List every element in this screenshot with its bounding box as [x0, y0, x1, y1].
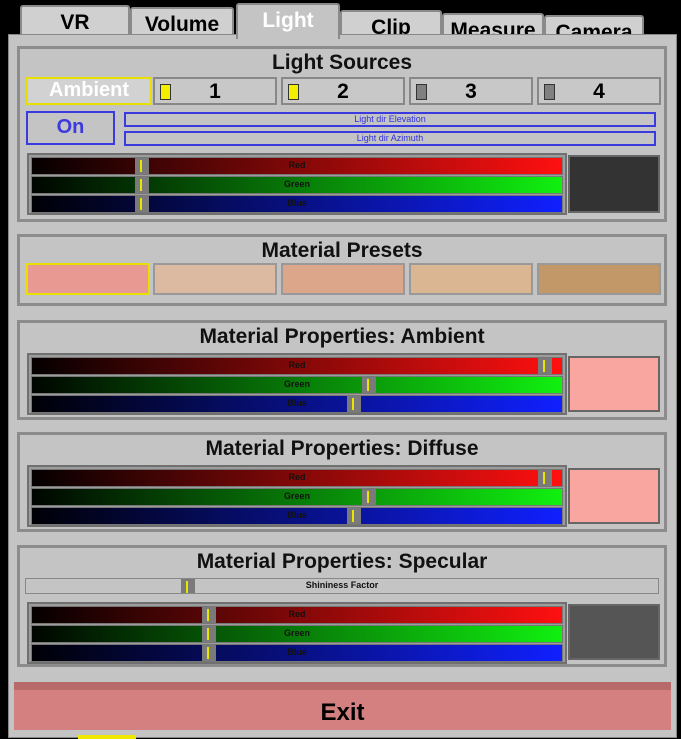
light-on-toggle[interactable]: On [26, 111, 115, 145]
diffuse-green-slider[interactable]: Green [31, 488, 563, 506]
light-source-1-button[interactable]: 1 [153, 77, 277, 105]
shininess-thumb[interactable] [181, 579, 195, 593]
preset-swatch-2[interactable] [153, 263, 277, 295]
light-source-2-label: 2 [337, 80, 349, 103]
light-red-label: Red [288, 160, 306, 170]
shininess-slider[interactable]: Shininess Factor [25, 578, 659, 594]
light-source-4-label: 4 [593, 80, 605, 103]
material-specular-panel: Material Properties: Specular Shininess … [17, 545, 667, 667]
light-red-slider[interactable]: Red [31, 157, 563, 175]
material-ambient-panel: Material Properties: Ambient Red Green B… [17, 320, 667, 420]
diffuse-color-swatch [568, 468, 660, 524]
specular-color-swatch [568, 604, 660, 660]
light-azimuth-slider[interactable]: Light dir Azimuth [124, 131, 656, 146]
exit-button[interactable]: Exit [14, 682, 671, 730]
light-source-3-button[interactable]: 3 [409, 77, 533, 105]
specular-red-label: Red [288, 609, 306, 619]
ambient-source-button[interactable]: Ambient [26, 77, 152, 105]
diffuse-red-slider[interactable]: Red [31, 469, 563, 487]
ambient-green-label: Green [283, 379, 310, 389]
light-source-2-indicator [288, 84, 299, 100]
light-sources-panel: Light Sources Ambient 1 2 3 4 On Light d… [17, 46, 667, 222]
specular-green-label: Green [283, 628, 310, 638]
specular-blue-label: Blue [287, 647, 307, 657]
ambient-blue-label: Blue [287, 398, 307, 408]
light-source-1-indicator [160, 84, 171, 100]
light-green-label: Green [283, 179, 310, 189]
light-source-3-label: 3 [465, 80, 477, 103]
ambient-source-label: Ambient [49, 79, 129, 101]
specular-green-slider[interactable]: Green [31, 625, 563, 643]
specular-red-slider[interactable]: Red [31, 606, 563, 624]
material-specular-title: Material Properties: Specular [196, 550, 488, 573]
ambient-blue-slider[interactable]: Blue [31, 395, 563, 413]
light-source-4-button[interactable]: 4 [537, 77, 661, 105]
material-ambient-title: Material Properties: Ambient [199, 325, 485, 348]
light-source-3-indicator [416, 84, 427, 100]
light-blue-slider[interactable]: Blue [31, 195, 563, 213]
light-color-sliders: Red Green Blue [27, 153, 567, 215]
shininess-label: Shininess Factor [305, 580, 379, 590]
diffuse-blue-thumb[interactable] [347, 508, 361, 524]
diffuse-red-thumb[interactable] [538, 470, 552, 486]
light-green-slider[interactable]: Green [31, 176, 563, 194]
light-source-4-indicator [544, 84, 555, 100]
specular-blue-slider[interactable]: Blue [31, 644, 563, 662]
preset-swatch-1[interactable] [26, 263, 150, 295]
light-color-swatch [568, 155, 660, 213]
light-sources-title: Light Sources [271, 51, 413, 74]
preset-swatch-3[interactable] [281, 263, 405, 295]
material-presets-title: Material Presets [261, 239, 423, 262]
material-presets-panel: Material Presets [17, 234, 667, 306]
specular-color-sliders: Red Green Blue [27, 602, 567, 664]
preset-swatch-5[interactable] [537, 263, 661, 295]
ambient-red-thumb[interactable] [538, 358, 552, 374]
light-source-1-label: 1 [209, 80, 221, 103]
light-blue-label: Blue [287, 198, 307, 208]
diffuse-blue-slider[interactable]: Blue [31, 507, 563, 525]
exit-label: Exit [320, 699, 365, 726]
ambient-blue-thumb[interactable] [347, 396, 361, 412]
diffuse-color-sliders: Red Green Blue [27, 465, 567, 527]
ambient-color-swatch [568, 356, 660, 412]
specular-blue-thumb[interactable] [202, 645, 216, 661]
light-source-2-button[interactable]: 2 [281, 77, 405, 105]
light-elevation-slider[interactable]: Light dir Elevation [124, 112, 656, 127]
light-red-thumb[interactable] [135, 158, 149, 174]
material-diffuse-panel: Material Properties: Diffuse Red Green B… [17, 432, 667, 532]
ambient-green-thumb[interactable] [362, 377, 376, 393]
diffuse-blue-label: Blue [287, 510, 307, 520]
diffuse-red-label: Red [288, 472, 306, 482]
light-azimuth-label: Light dir Azimuth [356, 133, 424, 143]
light-blue-thumb[interactable] [135, 196, 149, 212]
ambient-green-slider[interactable]: Green [31, 376, 563, 394]
light-on-label: On [56, 116, 85, 138]
ambient-color-sliders: Red Green Blue [27, 353, 567, 415]
preset-swatch-4[interactable] [409, 263, 533, 295]
light-green-thumb[interactable] [135, 177, 149, 193]
diffuse-green-thumb[interactable] [362, 489, 376, 505]
ambient-red-label: Red [288, 360, 306, 370]
specular-green-thumb[interactable] [202, 626, 216, 642]
tab-light[interactable]: Light [236, 3, 340, 39]
light-elevation-label: Light dir Elevation [354, 114, 426, 124]
specular-red-thumb[interactable] [202, 607, 216, 623]
ambient-red-slider[interactable]: Red [31, 357, 563, 375]
diffuse-green-label: Green [283, 491, 310, 501]
material-diffuse-title: Material Properties: Diffuse [205, 437, 479, 460]
yellow-focus-marker [78, 735, 136, 739]
